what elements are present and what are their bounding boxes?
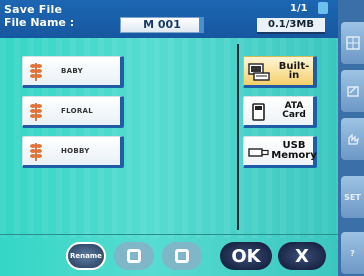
folder-label: BABY (61, 67, 83, 75)
rename-label: Rename (70, 252, 102, 260)
flower-icon (30, 63, 42, 81)
builtin-memory-icon (248, 63, 270, 81)
previous-page-icon (127, 249, 141, 263)
side-tab-bar: SET ? (338, 0, 364, 276)
cancel-label: X (295, 245, 309, 267)
previous-page-button[interactable] (114, 242, 154, 270)
file-name-label: File Name : (4, 16, 75, 29)
panel-bottom-line (0, 234, 338, 235)
folder-button-floral[interactable]: FLORAL (22, 96, 124, 128)
ok-label: OK (231, 245, 261, 267)
side-tab-help[interactable]: ? (341, 232, 364, 274)
file-panel: BABY FLORAL HOBBY Built-in ATA Card USB … (0, 38, 338, 276)
folder-button-baby[interactable]: BABY (22, 56, 124, 88)
header-bar: Save File 1/1 File Name : M 001 0.1/3MB (0, 0, 338, 38)
help-label: ? (350, 248, 355, 258)
side-tab-settings[interactable]: SET (341, 176, 364, 218)
ok-button[interactable]: OK (220, 242, 272, 270)
flower-icon (30, 103, 42, 121)
file-name-field-edge (199, 17, 204, 33)
device-ata-card-button[interactable]: ATA Card (243, 96, 317, 128)
side-tab-edit[interactable] (341, 70, 364, 112)
device-builtin-button[interactable]: Built-in (243, 56, 317, 88)
next-page-button[interactable] (162, 242, 202, 270)
device-label: Built-in (278, 61, 310, 81)
hand-icon (347, 133, 359, 145)
cancel-button[interactable]: X (278, 242, 326, 270)
edit-icon (346, 86, 359, 97)
side-tab-thread[interactable] (341, 118, 364, 160)
usb-memory-icon (248, 148, 269, 157)
folder-label: HOBBY (61, 147, 90, 155)
screen-title: Save File (4, 3, 63, 16)
settings-label: SET (344, 192, 361, 202)
file-name-field[interactable]: M 001 (120, 17, 204, 33)
folder-button-hobby[interactable]: HOBBY (22, 136, 124, 168)
device-label: USB Memory (271, 140, 317, 161)
next-page-icon (175, 249, 189, 263)
side-tab-pattern[interactable] (341, 22, 364, 64)
device-label: ATA Card (282, 101, 306, 120)
save-file-screen: Save File 1/1 File Name : M 001 0.1/3MB … (0, 0, 364, 276)
ata-card-icon (252, 103, 265, 121)
rename-button[interactable]: Rename (66, 242, 106, 270)
panel-divider (237, 44, 239, 230)
page-indicator: 1/1 (290, 3, 308, 14)
pattern-grid-icon (345, 36, 360, 50)
memory-usage: 0.1/3MB (257, 18, 325, 34)
flower-icon (30, 143, 42, 161)
folder-label: FLORAL (61, 107, 94, 115)
device-usb-memory-button[interactable]: USB Memory (243, 136, 317, 168)
scroll-indicator[interactable] (318, 2, 328, 14)
